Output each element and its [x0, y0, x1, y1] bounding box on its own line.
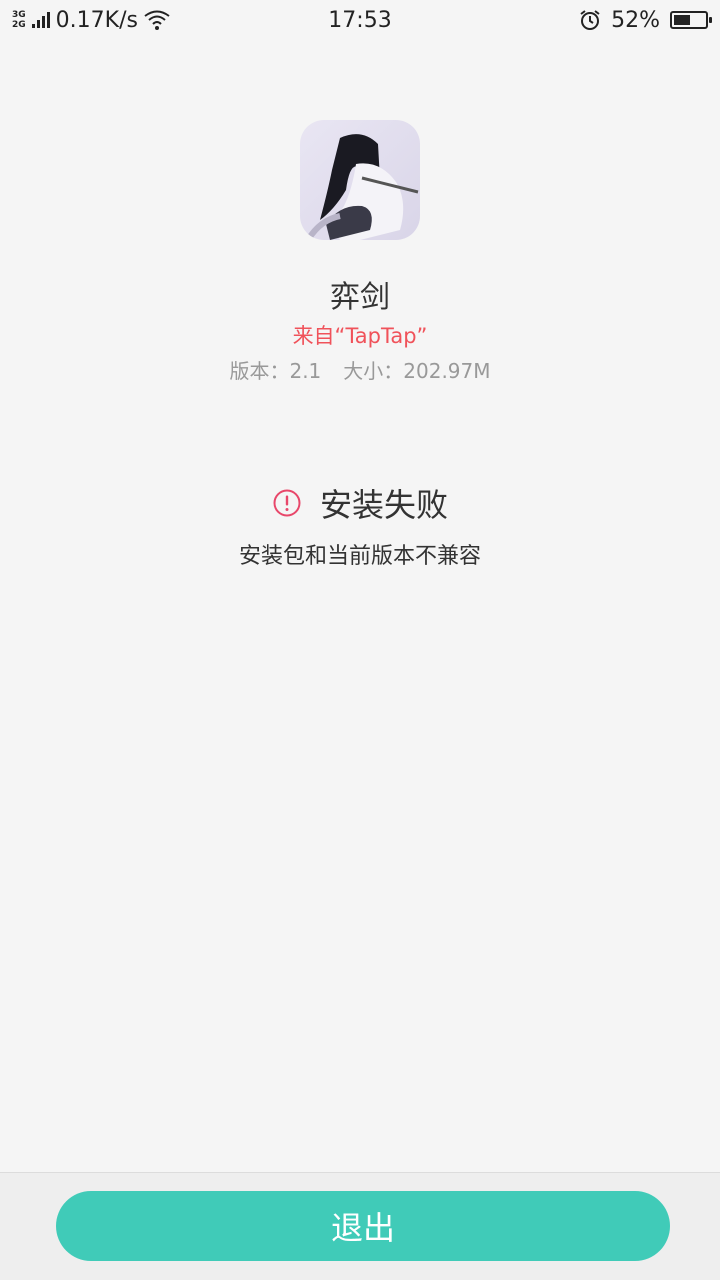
bottom-bar: 退出: [0, 1172, 720, 1280]
net-type-bottom: 2G: [12, 20, 26, 30]
app-source: 来自“TapTap”: [292, 324, 428, 348]
network-type: 3G 2G: [12, 10, 26, 30]
app-name: 弈剑: [330, 280, 390, 315]
exit-button[interactable]: 退出: [56, 1191, 670, 1261]
install-result: 安装失败: [0, 480, 720, 526]
status-right: 52%: [579, 7, 712, 33]
alert-circle-icon: [273, 489, 301, 517]
result-reason: 安装包和当前版本不兼容: [238, 544, 481, 569]
net-type-top: 3G: [12, 10, 26, 20]
status-bar: 3G 2G 0.17K/s 17:53 52%: [0, 0, 720, 40]
signal-icon: [31, 12, 50, 28]
status-left: 3G 2G 0.17K/s: [12, 8, 170, 33]
app-size: 大小：202.97M: [343, 359, 491, 383]
result-title: 安装失败: [319, 486, 448, 524]
app-icon: [300, 120, 420, 240]
app-version: 版本：2.1: [229, 359, 322, 383]
app-meta: 版本：2.1 大小：202.97M: [0, 355, 720, 384]
battery-percent: 52%: [611, 7, 660, 33]
alarm-icon: [580, 10, 600, 30]
wifi-icon: [144, 10, 170, 30]
network-speed: 0.17K/s: [55, 7, 138, 33]
battery-icon: [670, 11, 712, 29]
